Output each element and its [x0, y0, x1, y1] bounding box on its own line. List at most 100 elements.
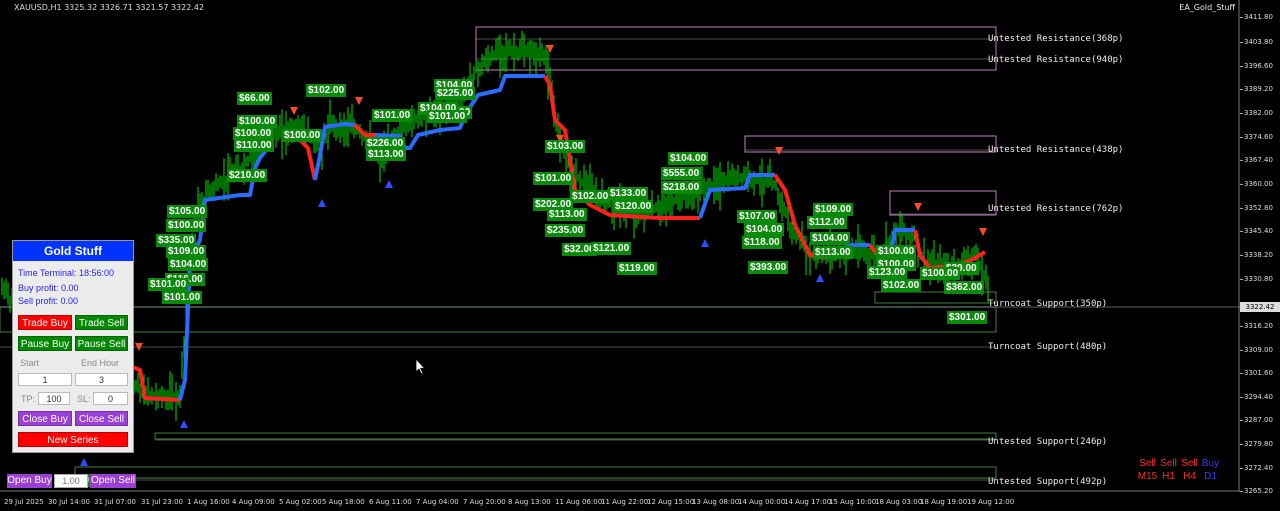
profit-label: $104.00 [668, 152, 709, 165]
end-hour-input[interactable]: 3 [75, 373, 128, 386]
price-tick: 3279.80 [1240, 440, 1273, 448]
mt4-chart-window: XAUUSD,H1 3325.32 3326.71 3321.57 3322.4… [0, 0, 1280, 511]
tp-input[interactable]: 100 [38, 392, 70, 405]
price-tick: 3287.00 [1240, 416, 1273, 424]
price-axis: 3411.80 3403.80 3396.60 3389.20 3382.00 3374.… [1240, 0, 1280, 495]
profit-label: $102.00 [881, 279, 922, 292]
price-tick: 3382.00 [1240, 109, 1273, 117]
price-tick: 3316.20 [1240, 322, 1273, 330]
price-tick: 3352.80 [1240, 204, 1273, 212]
time-tick: 5 Aug 18:00 [322, 498, 365, 506]
open-sell-button[interactable]: Open Sell [90, 474, 136, 488]
signal-m15-label: M15 [1137, 471, 1158, 482]
price-tick: 3294.40 [1240, 393, 1273, 401]
signal-h1-direction: Sell [1160, 458, 1177, 469]
time-terminal: Time Terminal: 18:56:00 [18, 268, 115, 278]
time-tick: 31 Jul 23:00 [141, 498, 183, 506]
zone-label: Untested Resistance(762p) [988, 204, 1124, 214]
sl-input[interactable]: 0 [93, 392, 128, 405]
zone-label: Turncoat Support(350p) [988, 299, 1108, 309]
buy-arrow-icon [816, 274, 824, 282]
sell-arrow-icon [979, 228, 987, 236]
profit-label: $225.00 [435, 87, 476, 100]
time-tick: 12 Aug 15:00 [647, 498, 695, 506]
signal-grid: Sell Sell Sell Buy M15 H1 H4 D1 [1137, 458, 1221, 482]
lot-size-input[interactable]: 1.00 [54, 474, 88, 488]
ea-name-label: EA_Gold_Stuff [1179, 3, 1235, 12]
time-tick: 13 Aug 08:00 [692, 498, 740, 506]
price-tick: 3338.20 [1240, 251, 1273, 259]
price-tick: 3411.80 [1240, 13, 1273, 21]
buy-arrow-icon [80, 458, 88, 466]
pause-buy-button[interactable]: Pause Buy [18, 336, 72, 351]
start-hour-input[interactable]: 1 [18, 373, 72, 386]
trend-line [298, 138, 317, 181]
profit-label: $100.00 [920, 267, 961, 280]
time-tick: 14 Aug 00:00 [738, 498, 786, 506]
profit-label: $120.00 [613, 200, 654, 213]
sl-label: SL: [77, 394, 91, 404]
sr-zone-box [889, 190, 997, 216]
close-sell-button[interactable]: Close Sell [75, 411, 128, 426]
signal-h4-direction: Sell [1181, 458, 1198, 469]
price-tick: 3360.00 [1240, 180, 1273, 188]
sell-arrow-icon [546, 45, 554, 53]
buy-profit: Buy profit: 0.00 [18, 283, 79, 293]
profit-label: $101.00 [533, 172, 574, 185]
pause-sell-button[interactable]: Pause Sell [75, 336, 128, 351]
price-tick: 3389.20 [1240, 85, 1273, 93]
profit-label: $105.00 [167, 205, 208, 218]
mouse-cursor-icon [416, 359, 426, 375]
price-tick: 3345.40 [1240, 227, 1273, 235]
sr-zone-box [154, 432, 997, 440]
profit-label: $109.00 [166, 245, 207, 258]
time-tick: 15 Aug 10:00 [829, 498, 877, 506]
profit-label: $102.00 [306, 84, 347, 97]
trade-sell-button[interactable]: Trade Sell [75, 315, 128, 330]
start-hour-label: Start [20, 358, 40, 368]
profit-label: $104.00 [810, 232, 851, 245]
price-tick: 3374.60 [1240, 133, 1273, 141]
price-tick: 3396.60 [1240, 62, 1273, 70]
profit-label: $110.00 [234, 139, 274, 152]
time-tick: 30 Jul 14:00 [48, 498, 90, 506]
profit-label: $118.00 [742, 236, 782, 249]
buy-arrow-icon [385, 180, 393, 188]
zone-label: Untested Resistance(438p) [988, 145, 1124, 155]
sr-zone-box [0, 306, 997, 333]
close-buy-button[interactable]: Close Buy [18, 411, 72, 426]
profit-label: $101.00 [148, 278, 189, 291]
profit-label: $104.00 [744, 223, 785, 236]
profit-label: $112.00 [807, 216, 847, 229]
time-tick: 11 Aug 22:00 [601, 498, 649, 506]
open-buy-button[interactable]: Open Buy [7, 474, 52, 488]
time-tick: 8 Aug 13:00 [508, 498, 551, 506]
profit-label: $109.00 [813, 203, 854, 216]
profit-label: $119.00 [617, 262, 657, 275]
zone-label: Untested Resistance(940p) [988, 55, 1124, 65]
profit-label: $101.00 [372, 109, 413, 122]
price-tick: 3301.60 [1240, 369, 1273, 377]
zone-label: Untested Support(246p) [988, 437, 1108, 447]
profit-label: $301.00 [947, 311, 988, 324]
trade-buy-button[interactable]: Trade Buy [18, 315, 72, 330]
symbol-info: XAUUSD,H1 3325.32 3326.71 3321.57 3322.4… [14, 3, 205, 12]
price-tick: 3367.40 [1240, 156, 1273, 164]
profit-label: $210.00 [227, 169, 268, 182]
profit-label: $100.00 [876, 245, 917, 258]
price-tick: 3272.40 [1240, 464, 1273, 472]
profit-label: $100.00 [282, 129, 323, 142]
new-series-button[interactable]: New Series [18, 432, 128, 447]
signal-m15-direction: Sell [1139, 458, 1156, 469]
time-tick: 7 Aug 04:00 [416, 498, 459, 506]
profit-label: $66.00 [237, 92, 272, 105]
profit-label: $121.00 [591, 242, 632, 255]
buy-arrow-icon [318, 199, 326, 207]
profit-label: $113.00 [366, 148, 406, 161]
time-tick: 29 Jul 2025 [4, 498, 44, 506]
buy-arrow-icon [180, 420, 188, 428]
sr-zone-box [744, 135, 997, 153]
time-tick: 6 Aug 11:00 [369, 498, 412, 506]
profit-label: $235.00 [545, 224, 586, 237]
profit-label: $104.00 [168, 258, 209, 271]
